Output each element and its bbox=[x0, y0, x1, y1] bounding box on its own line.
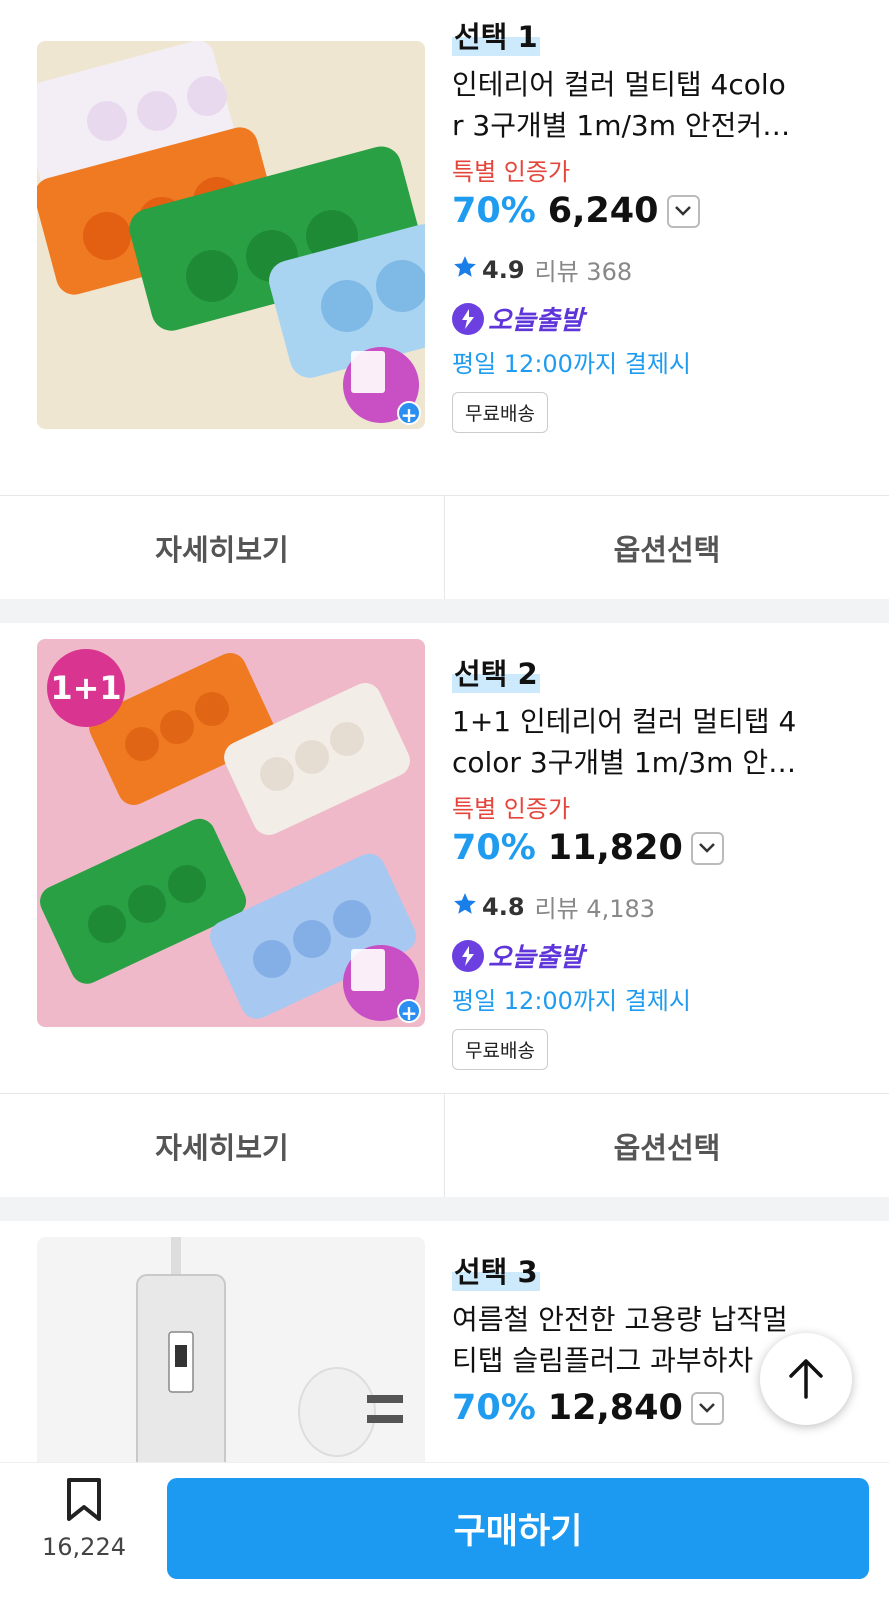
rating-value: 4.9 bbox=[482, 255, 525, 284]
title-line-2: r 3구개별 1m/3m 안전커… bbox=[452, 109, 791, 142]
lightning-icon bbox=[452, 302, 484, 335]
add-bookmark-icon[interactable]: + bbox=[343, 347, 421, 427]
today-shipping-label: 오늘출발 bbox=[488, 943, 584, 973]
scroll-top-button[interactable] bbox=[760, 1333, 852, 1425]
product-card-2[interactable]: 1+1 + 선택 2 1+1 인테리어 컬러 멀티탭 4 color 3구개별 … bbox=[0, 623, 889, 1093]
bottom-action-bar: 16,224 구매하기 bbox=[0, 1462, 889, 1600]
add-bookmark-icon[interactable]: + bbox=[343, 945, 421, 1025]
star-icon bbox=[452, 891, 478, 923]
discount-rate: 70% bbox=[452, 828, 536, 868]
price: 12,840 bbox=[547, 1388, 683, 1428]
select-label: 선택 3 bbox=[452, 1249, 540, 1291]
select-label: 선택 2 bbox=[452, 651, 540, 693]
special-price-label: 특별 인증가 bbox=[452, 158, 571, 186]
product-actions-1: 자세히보기 옵션선택 bbox=[0, 495, 889, 599]
detail-button[interactable]: 자세히보기 bbox=[0, 496, 444, 599]
price: 6,240 bbox=[547, 191, 659, 231]
lightning-icon bbox=[452, 939, 484, 972]
title-line-1: 1+1 인테리어 컬러 멀티탭 4 bbox=[452, 705, 797, 738]
shipping-deadline: 평일 12:00까지 결제시 bbox=[452, 350, 691, 378]
special-price-label: 특별 인증가 bbox=[452, 795, 571, 823]
product-card-1[interactable]: + 선택 1 인테리어 컬러 멀티탭 4colo r 3구개별 1m/3m 안전… bbox=[0, 0, 889, 495]
buy-button[interactable]: 구매하기 bbox=[167, 1478, 869, 1579]
title-line-2: color 3구개별 1m/3m 안… bbox=[452, 746, 797, 779]
save-count: 16,224 bbox=[42, 1533, 126, 1561]
section-divider bbox=[0, 1197, 889, 1221]
review-count: 리뷰 4,183 bbox=[534, 895, 656, 923]
today-shipping-label: 오늘출발 bbox=[488, 306, 584, 336]
arrow-up-icon bbox=[789, 1359, 823, 1399]
product-title[interactable]: 인테리어 컬러 멀티탭 4colo r 3구개별 1m/3m 안전커… bbox=[452, 64, 807, 146]
free-shipping-badge: 무료배송 bbox=[452, 392, 548, 433]
product-title[interactable]: 여름철 안전한 고용량 납작멀 티탭 슬림플러그 과부하차 bbox=[452, 1299, 807, 1381]
detail-button[interactable]: 자세히보기 bbox=[0, 1094, 444, 1197]
option-select-button[interactable]: 옵션선택 bbox=[444, 1094, 889, 1197]
shipping-deadline: 평일 12:00까지 결제시 bbox=[452, 987, 691, 1015]
chevron-down-icon[interactable] bbox=[690, 1391, 724, 1425]
chevron-down-icon[interactable] bbox=[690, 831, 724, 865]
chevron-down-icon[interactable] bbox=[666, 194, 700, 228]
title-line-2: 티탭 슬림플러그 과부하차 bbox=[452, 1344, 754, 1377]
product-image-2[interactable]: 1+1 + bbox=[37, 639, 425, 1027]
rating-value: 4.8 bbox=[482, 892, 525, 921]
title-line-1: 여름철 안전한 고용량 납작멀 bbox=[452, 1303, 788, 1336]
review-count: 리뷰 368 bbox=[534, 258, 633, 286]
multitap-illustration bbox=[136, 1237, 403, 1462]
section-divider bbox=[0, 599, 889, 623]
bookmark-icon bbox=[67, 1478, 101, 1521]
title-line-1: 인테리어 컬러 멀티탭 4colo bbox=[452, 68, 786, 101]
discount-rate: 70% bbox=[452, 191, 536, 231]
option-select-button[interactable]: 옵션선택 bbox=[444, 496, 889, 599]
product-image-1[interactable]: + bbox=[37, 41, 425, 429]
discount-rate: 70% bbox=[452, 1388, 536, 1428]
product-title[interactable]: 1+1 인테리어 컬러 멀티탭 4 color 3구개별 1m/3m 안… bbox=[452, 701, 807, 783]
product-actions-2: 자세히보기 옵션선택 bbox=[0, 1093, 889, 1197]
product-card-3[interactable]: 선택 3 여름철 안전한 고용량 납작멀 티탭 슬림플러그 과부하차 70% 1… bbox=[0, 1221, 889, 1462]
price: 11,820 bbox=[547, 828, 683, 868]
save-button[interactable]: 16,224 bbox=[30, 1477, 138, 1577]
star-icon bbox=[452, 254, 478, 286]
select-label: 선택 1 bbox=[452, 14, 540, 56]
promo-badge: 1+1 bbox=[47, 649, 125, 727]
free-shipping-badge: 무료배송 bbox=[452, 1029, 548, 1070]
product-image-3[interactable] bbox=[37, 1237, 425, 1462]
